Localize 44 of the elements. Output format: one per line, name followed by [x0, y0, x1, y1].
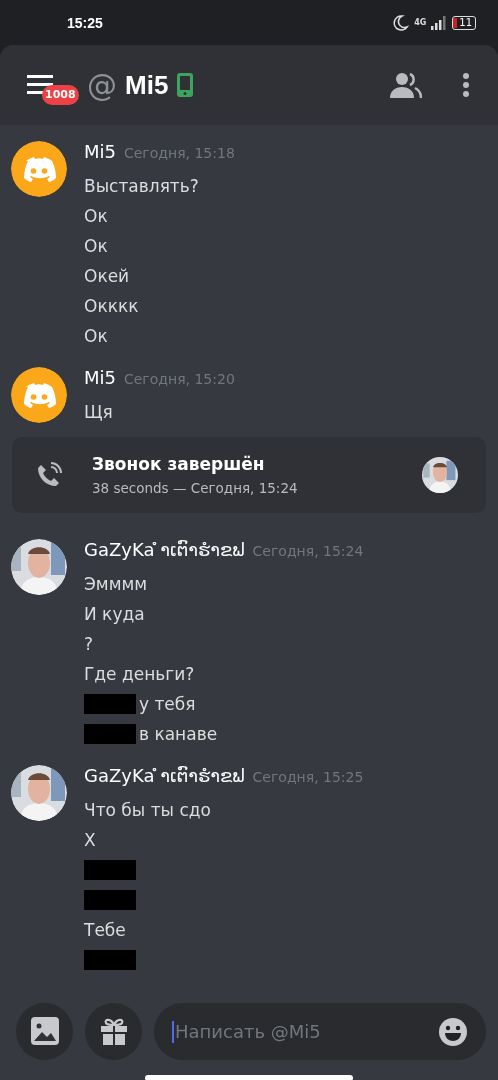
signal-icon: [431, 15, 448, 30]
message-text: ?: [84, 634, 94, 654]
message-text: И куда: [84, 604, 145, 624]
message-text: Щя: [84, 402, 113, 422]
members-icon[interactable]: [390, 72, 422, 98]
message-text: Окей: [84, 266, 130, 286]
author-name[interactable]: Mi5: [84, 141, 116, 162]
message-field[interactable]: Написать @Mi5: [154, 1002, 486, 1060]
message-text: Что бы ты сдо: [84, 800, 211, 820]
timestamp: Сегодня, 15:24: [252, 543, 364, 559]
battery-icon: 11: [452, 15, 476, 30]
moon-icon: [391, 13, 410, 32]
timestamp: Сегодня, 15:20: [124, 371, 235, 387]
more-icon[interactable]: [462, 72, 470, 98]
network-label: 4G: [414, 18, 427, 27]
emoji-icon[interactable]: [438, 1016, 468, 1047]
gift-icon: [98, 1016, 129, 1046]
message-text: Ок: [84, 236, 108, 256]
call-detail: 38 seconds — Сегодня, 15:24: [92, 480, 299, 496]
timestamp: Сегодня, 15:18: [124, 145, 235, 161]
author-name[interactable]: GaZyKa ໍາເຕົາຮໍາຂຟ: [84, 765, 245, 786]
channel-title: Mi5: [125, 69, 169, 101]
message-text: Ок: [84, 326, 108, 346]
message-text: Ок: [84, 206, 108, 226]
message-text: Эмммм: [84, 574, 148, 594]
message-text: у тебя: [139, 694, 196, 714]
message-text: Х: [84, 830, 96, 850]
author-name[interactable]: GaZyKa ໍາເຕົາຮໍາຂຟ: [84, 539, 245, 560]
call-title: Звонок завершён: [92, 454, 266, 474]
at-sign: @: [87, 67, 117, 103]
avatar[interactable]: [11, 141, 67, 197]
message-text: Тебе: [84, 920, 126, 940]
image-icon: [29, 1016, 60, 1046]
clock: 15:25: [67, 14, 103, 31]
author-name[interactable]: Mi5: [84, 367, 116, 388]
timestamp: Сегодня, 15:25: [252, 769, 364, 785]
message-text: в канаве: [139, 724, 218, 744]
notification-badge: 1008: [42, 85, 79, 105]
message-text: Выставлять?: [84, 176, 199, 196]
avatar[interactable]: [11, 367, 67, 423]
call-ended-icon: [36, 462, 62, 488]
phone-icon: [176, 72, 195, 98]
message-text: Окккк: [84, 296, 139, 316]
message-text: Где деньги?: [84, 664, 195, 684]
